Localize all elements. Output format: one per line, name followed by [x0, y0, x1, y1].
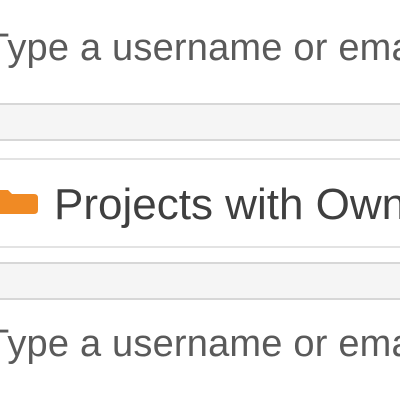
user-search-placeholder-secondary: Type a username or email	[0, 323, 400, 365]
section-divider	[0, 103, 400, 141]
projects-row-label: Projects with Owner access	[54, 180, 400, 229]
user-search-placeholder: Type a username or email	[0, 27, 400, 69]
user-search-field[interactable]: Type a username or email	[0, 28, 400, 68]
projects-row[interactable]: Projects with Owner access	[0, 158, 400, 248]
sharing-panel-crop: Type a username or email Projects with O…	[0, 0, 400, 400]
folder-icon	[0, 190, 38, 214]
user-search-field-secondary[interactable]: Type a username or email	[0, 324, 400, 364]
section-divider	[0, 262, 400, 300]
